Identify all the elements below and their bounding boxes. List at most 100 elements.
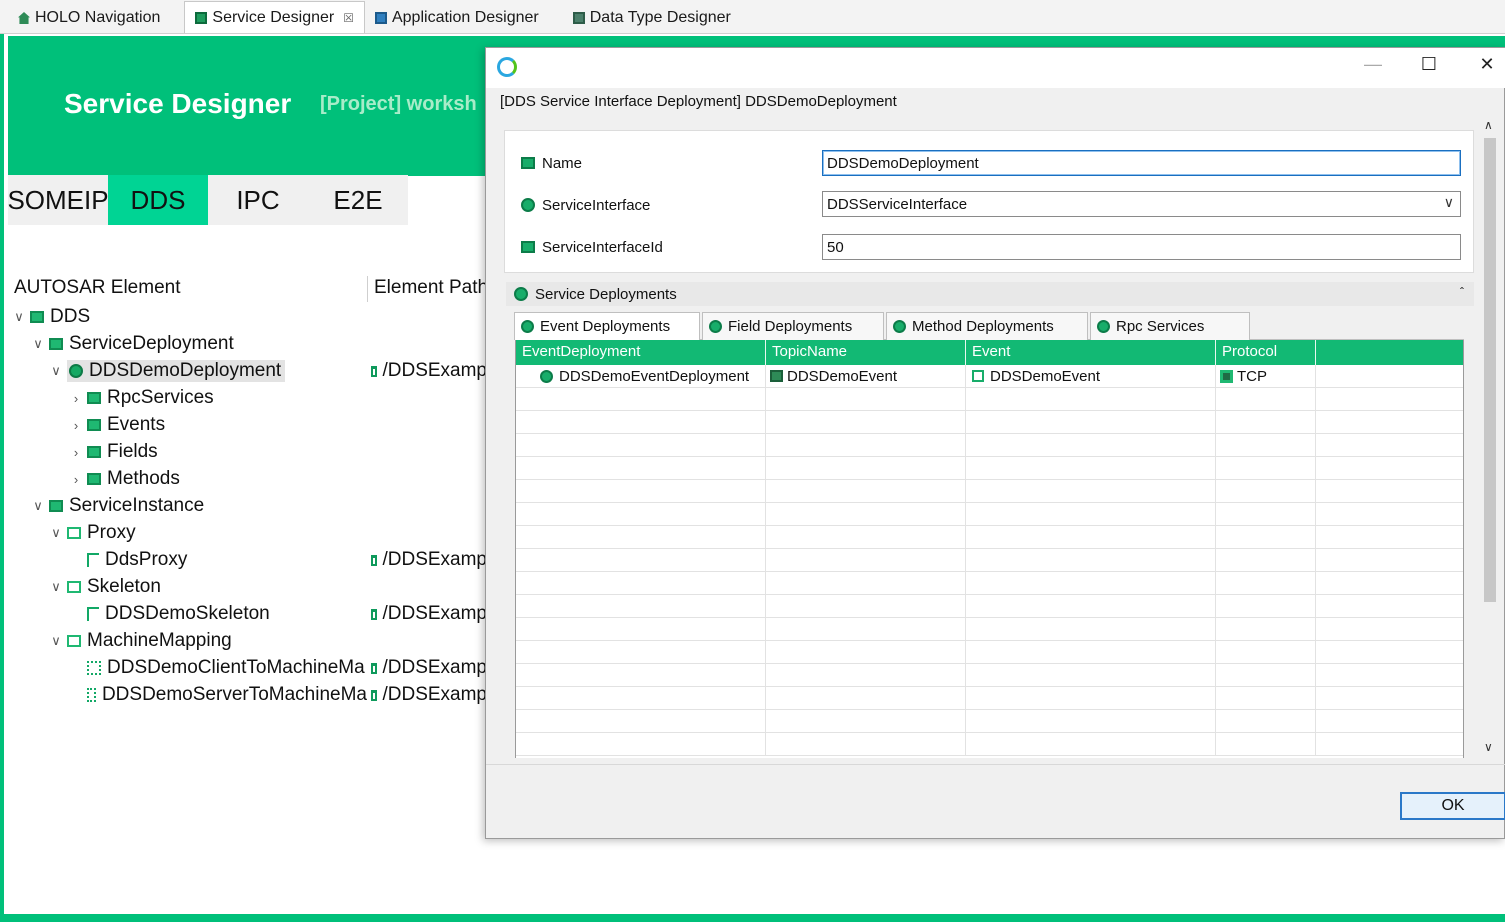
empty-cell (1216, 618, 1316, 640)
empty-cell (1316, 641, 1463, 663)
column-separator[interactable] (367, 276, 368, 302)
page-title: Service Designer (64, 88, 292, 119)
empty-cell (1216, 503, 1316, 525)
tree-item-ddsdemoskeleton[interactable]: DDSDemoSkeleton (87, 601, 270, 627)
empty-cell (766, 572, 966, 594)
event-cell[interactable]: DDSDemoEvent (966, 365, 1216, 387)
column-header[interactable]: EventDeployment (516, 340, 766, 365)
empty-cell (766, 733, 966, 755)
empty-cell (966, 687, 1216, 709)
empty-cell (1216, 457, 1316, 479)
close-icon[interactable]: ☒ (343, 11, 354, 25)
chevron-right-icon[interactable]: › (69, 445, 83, 460)
empty-table-row (516, 710, 1463, 733)
method-deployment-icon (893, 320, 906, 333)
empty-table-row (516, 503, 1463, 526)
empty-cell (1316, 457, 1463, 479)
topic-name-cell[interactable]: DDSDemoEvent (766, 365, 966, 387)
tab-field-deployments[interactable]: Field Deployments (702, 312, 884, 340)
tab-label: Application Designer (391, 9, 539, 26)
table-row[interactable]: DDSDemoEventDeployment DDSDemoEvent DDSD… (516, 365, 1463, 388)
chevron-right-icon[interactable]: › (69, 418, 83, 433)
chevron-down-icon[interactable]: ∨ (1444, 194, 1454, 211)
tab-holo-navigation[interactable]: HOLO Navigation (8, 3, 170, 33)
tab-ipc[interactable]: IPC (208, 175, 308, 225)
service-interface-label: ServiceInterface (542, 196, 651, 214)
maximize-button[interactable]: ☐ (1414, 54, 1444, 75)
empty-cell (766, 549, 966, 571)
tree-item-server-mapping[interactable]: DDSDemoServerToMachineMa (87, 682, 367, 708)
service-interface-value: DDSServiceInterface (827, 195, 968, 213)
empty-cell (516, 595, 766, 617)
empty-table-row (516, 434, 1463, 457)
empty-cell (516, 549, 766, 571)
column-header[interactable]: Event (966, 340, 1216, 365)
service-interface-id-row: ServiceInterfaceId (521, 233, 663, 261)
empty-cell (966, 434, 1216, 456)
chevron-down-icon[interactable]: ∨ (31, 336, 45, 352)
empty-cell (1316, 411, 1463, 433)
tree-item-service-instance[interactable]: ∨ ServiceInstance (31, 493, 204, 519)
chevron-down-icon[interactable]: ∨ (49, 525, 63, 541)
element-path: /DDSExamp (371, 547, 487, 573)
tree-header-path[interactable]: Element Path (374, 277, 486, 299)
tab-application-designer[interactable]: Application Designer (365, 3, 549, 33)
empty-cell (1216, 434, 1316, 456)
protocol-cell[interactable]: TCP (1216, 365, 1316, 387)
tab-dds[interactable]: DDS (108, 175, 208, 225)
collapse-icon[interactable]: ˆ (1460, 285, 1464, 299)
empty-cell (766, 710, 966, 732)
scroll-thumb[interactable] (1484, 138, 1496, 602)
tab-e2e[interactable]: E2E (308, 175, 408, 225)
chevron-down-icon[interactable]: ∨ (49, 363, 63, 379)
element-path: /DDSExamp (371, 682, 487, 708)
tree-item-skeleton[interactable]: ∨ Skeleton (49, 574, 161, 600)
tree-item-dds[interactable]: ∨ DDS (12, 304, 90, 330)
tree-item-ddsproxy[interactable]: DdsProxy (87, 547, 187, 573)
chevron-down-icon[interactable]: ∨ (49, 579, 63, 595)
tree-item-events[interactable]: › Events (69, 412, 165, 438)
tab-label: Data Type Designer (589, 9, 731, 26)
tree-item-client-mapping[interactable]: DDSDemoClientToMachineMa (87, 655, 367, 681)
tree-item-service-deployment[interactable]: ∨ ServiceDeployment (31, 331, 234, 357)
selected-item[interactable]: DDSDemoDeployment (67, 360, 286, 382)
service-deployments-section[interactable]: Service Deployments ˆ (506, 282, 1474, 306)
chevron-down-icon[interactable]: ∨ (31, 498, 45, 514)
tab-data-type-designer[interactable]: Data Type Designer (563, 3, 741, 33)
name-row: Name (521, 149, 582, 177)
column-header[interactable]: TopicName (766, 340, 966, 365)
tab-event-deployments[interactable]: Event Deployments (514, 312, 700, 340)
tree-item-machine-mapping[interactable]: ∨ MachineMapping (49, 628, 231, 654)
chevron-right-icon[interactable]: › (69, 472, 83, 487)
tree-item-ddsdemodeployment[interactable]: ∨ DDSDemoDeployment (49, 358, 286, 384)
empty-cell (1316, 733, 1463, 755)
tree-item-rpcservices[interactable]: › RpcServices (69, 385, 214, 411)
minimize-button[interactable]: — (1358, 54, 1388, 75)
empty-cell (966, 664, 1216, 686)
tree-item-proxy[interactable]: ∨ Proxy (49, 520, 135, 546)
tree-item-fields[interactable]: › Fields (69, 439, 158, 465)
tab-method-deployments[interactable]: Method Deployments (886, 312, 1088, 340)
chevron-right-icon[interactable]: › (69, 391, 83, 406)
tab-someip[interactable]: SOMEIP (7, 175, 109, 225)
chevron-down-icon[interactable]: ∨ (12, 309, 26, 325)
application-designer-icon (374, 12, 387, 24)
column-header[interactable]: Protocol (1216, 340, 1316, 365)
event-deployment-cell[interactable]: DDSDemoEventDeployment (516, 365, 766, 387)
tree-item-methods[interactable]: › Methods (69, 466, 180, 492)
ok-button[interactable]: OK (1400, 792, 1505, 820)
tree-item-label: Fields (107, 441, 158, 462)
vertical-scrollbar[interactable]: ∧ ∨ (1481, 118, 1499, 760)
tab-rpc-services[interactable]: Rpc Services (1090, 312, 1250, 340)
folder-icon (87, 473, 101, 485)
tab-service-designer[interactable]: Service Designer ☒ (184, 1, 365, 33)
scroll-up-icon[interactable]: ∧ (1484, 118, 1493, 132)
tree-header-element[interactable]: AUTOSAR Element (14, 277, 180, 299)
close-button[interactable]: ✕ (1472, 54, 1502, 75)
chevron-down-icon[interactable]: ∨ (49, 633, 63, 649)
service-interface-select[interactable]: DDSServiceInterface ∨ (822, 191, 1461, 217)
name-field[interactable]: DDSDemoDeployment (822, 150, 1461, 176)
scroll-down-icon[interactable]: ∨ (1484, 740, 1493, 754)
service-interface-id-field[interactable]: 50 (822, 234, 1461, 260)
dialog-titlebar[interactable]: — ☐ ✕ (486, 48, 1505, 88)
